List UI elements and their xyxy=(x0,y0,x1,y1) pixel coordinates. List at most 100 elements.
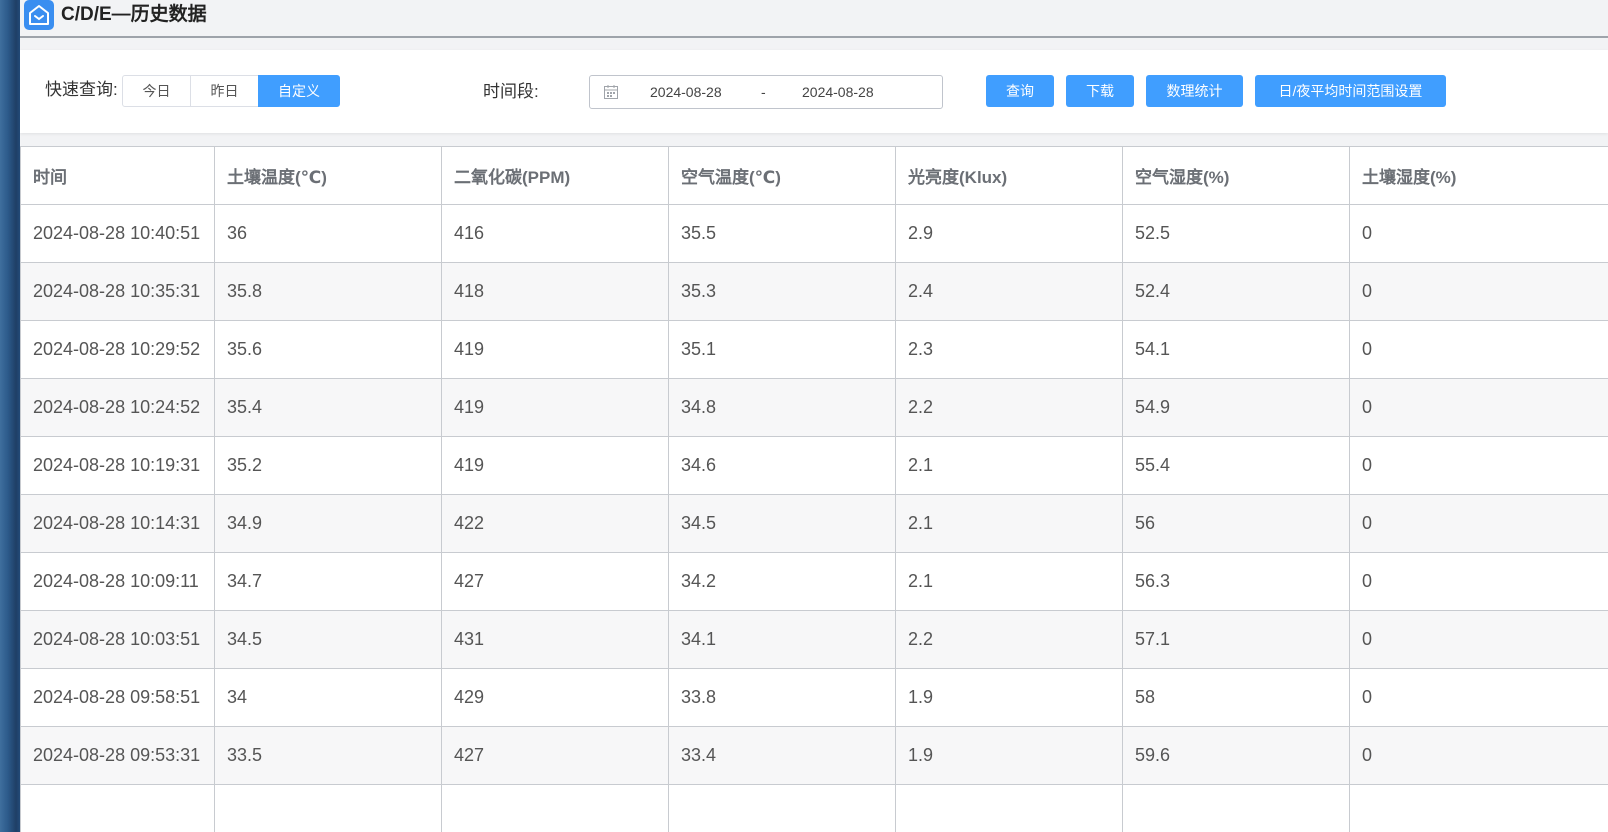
table-cell-soil-temp: 34.7 xyxy=(214,552,442,611)
table-cell-soil-temp: 36 xyxy=(214,204,442,263)
filter-panel: 快速查询: 今日 昨日 自定义 时间段: 2024-08-28 - 2024-0… xyxy=(20,50,1608,133)
column-header-light: 光亮度(Klux) xyxy=(895,146,1123,205)
table-cell-time: 2024-08-28 10:35:31 xyxy=(20,262,215,321)
table-cell-soil-humidity: 0 xyxy=(1349,726,1608,785)
table-cell-air-temp: 34.1 xyxy=(668,610,896,669)
table-row: 2024-08-28 10:29:52 35.6 419 35.1 2.3 54.1 0 xyxy=(20,320,1608,379)
table-row: 2024-08-28 10:19:31 35.2 419 34.6 2.1 55.4 0 xyxy=(20,436,1608,495)
table-cell-time: 2024-08-28 10:19:31 xyxy=(20,436,215,495)
home-icon[interactable] xyxy=(24,0,54,30)
table-cell-air-temp: 33.8 xyxy=(668,668,896,727)
table-cell-air-temp: 34.8 xyxy=(668,378,896,437)
download-button[interactable]: 下载 xyxy=(1066,75,1134,107)
table-cell-air-humidity xyxy=(1122,784,1350,832)
table-cell-air-humidity: 52.5 xyxy=(1122,204,1350,263)
table-cell-co2: 419 xyxy=(441,436,669,495)
table-cell-co2: 419 xyxy=(441,320,669,379)
table-cell-air-humidity: 56.3 xyxy=(1122,552,1350,611)
table-cell-co2: 429 xyxy=(441,668,669,727)
table-row: 2024-08-28 10:14:31 34.9 422 34.5 2.1 56 0 xyxy=(20,494,1608,553)
quick-custom-button[interactable]: 自定义 xyxy=(258,75,340,107)
table-cell-light: 2.1 xyxy=(895,494,1123,553)
column-header-air-humidity: 空气湿度(%) xyxy=(1122,146,1350,205)
table-cell-air-temp: 35.1 xyxy=(668,320,896,379)
table-cell-soil-humidity: 0 xyxy=(1349,610,1608,669)
table-cell-co2: 431 xyxy=(441,610,669,669)
table-row: 2024-08-28 09:53:31 33.5 427 33.4 1.9 59.6 0 xyxy=(20,726,1608,785)
table-cell-time: 2024-08-28 10:03:51 xyxy=(20,610,215,669)
column-header-soil-humidity: 土壤湿度(%) xyxy=(1349,146,1608,205)
table-cell-air-humidity: 56 xyxy=(1122,494,1350,553)
table-cell-air-humidity: 57.1 xyxy=(1122,610,1350,669)
column-header-air-temp: 空气温度(℃) xyxy=(668,146,896,205)
calendar-icon xyxy=(603,84,619,105)
table-cell-soil-temp: 34 xyxy=(214,668,442,727)
quick-today-button[interactable]: 今日 xyxy=(122,75,191,107)
table-cell-soil-humidity: 0 xyxy=(1349,204,1608,263)
table-cell-light: 2.9 xyxy=(895,204,1123,263)
table-cell-air-humidity: 54.9 xyxy=(1122,378,1350,437)
date-start-input[interactable]: 2024-08-28 xyxy=(650,84,722,100)
table-cell-soil-temp: 34.9 xyxy=(214,494,442,553)
date-range-picker[interactable]: 2024-08-28 - 2024-08-28 xyxy=(589,75,943,109)
page-title: C/D/E—历史数据 xyxy=(61,4,207,25)
table-cell-air-temp: 34.2 xyxy=(668,552,896,611)
table-cell-time: 2024-08-28 10:40:51 xyxy=(20,204,215,263)
table-cell-light: 2.2 xyxy=(895,378,1123,437)
table-cell-time: 2024-08-28 09:58:51 xyxy=(20,668,215,727)
table-cell-soil-humidity: 0 xyxy=(1349,378,1608,437)
table-cell-soil-humidity: 0 xyxy=(1349,262,1608,321)
table-header-row: 时间 土壤温度(℃) 二氧化碳(PPM) 空气温度(℃) 光亮度(Klux) 空气湿度(%… xyxy=(20,146,1608,205)
column-header-co2: 二氧化碳(PPM) xyxy=(441,146,669,205)
table-cell-light xyxy=(895,784,1123,832)
table-cell-soil-humidity: 0 xyxy=(1349,436,1608,495)
table-cell-light: 2.3 xyxy=(895,320,1123,379)
table-cell-soil-humidity: 0 xyxy=(1349,552,1608,611)
table-cell-light: 2.1 xyxy=(895,436,1123,495)
table-cell-light: 1.9 xyxy=(895,668,1123,727)
table-row: 2024-08-28 09:58:51 34 429 33.8 1.9 58 0 xyxy=(20,668,1608,727)
day-night-range-settings-button[interactable]: 日/夜平均时间范围设置 xyxy=(1255,75,1446,107)
table-row xyxy=(20,784,1608,832)
table-cell-air-temp: 35.3 xyxy=(668,262,896,321)
table-row: 2024-08-28 10:24:52 35.4 419 34.8 2.2 54.9 0 xyxy=(20,378,1608,437)
table-cell-light: 2.2 xyxy=(895,610,1123,669)
table-cell-co2: 419 xyxy=(441,378,669,437)
table-row: 2024-08-28 10:40:51 36 416 35.5 2.9 52.5 0 xyxy=(20,204,1608,263)
date-range-separator: - xyxy=(761,84,766,100)
quick-yesterday-button[interactable]: 昨日 xyxy=(190,75,259,107)
table-cell-time: 2024-08-28 09:53:31 xyxy=(20,726,215,785)
table-cell-time: 2024-08-28 10:24:52 xyxy=(20,378,215,437)
table-cell-time: 2024-08-28 10:09:11 xyxy=(20,552,215,611)
column-header-time: 时间 xyxy=(20,146,215,205)
history-table-container: 时间 土壤温度(℃) 二氧化碳(PPM) 空气温度(℃) 光亮度(Klux) 空气湿度(%… xyxy=(20,146,1608,832)
table-cell-air-temp: 35.5 xyxy=(668,204,896,263)
table-row: 2024-08-28 10:03:51 34.5 431 34.1 2.2 57.1 0 xyxy=(20,610,1608,669)
table-cell-co2: 418 xyxy=(441,262,669,321)
table-cell-air-humidity: 52.4 xyxy=(1122,262,1350,321)
table-cell-soil-temp: 35.4 xyxy=(214,378,442,437)
query-button[interactable]: 查询 xyxy=(986,75,1054,107)
table-cell-co2: 422 xyxy=(441,494,669,553)
history-table: 时间 土壤温度(℃) 二氧化碳(PPM) 空气温度(℃) 光亮度(Klux) 空气湿度(%… xyxy=(20,146,1608,832)
table-row: 2024-08-28 10:35:31 35.8 418 35.3 2.4 52.4 0 xyxy=(20,262,1608,321)
table-cell-soil-temp: 35.2 xyxy=(214,436,442,495)
statistics-button[interactable]: 数理统计 xyxy=(1146,75,1243,107)
table-cell-co2: 427 xyxy=(441,726,669,785)
quick-query-segment: 今日 昨日 自定义 xyxy=(122,75,340,107)
table-cell-soil-temp xyxy=(214,784,442,832)
table-cell-air-humidity: 55.4 xyxy=(1122,436,1350,495)
date-end-input[interactable]: 2024-08-28 xyxy=(802,84,874,100)
table-cell-air-temp xyxy=(668,784,896,832)
table-cell-soil-humidity xyxy=(1349,784,1608,832)
table-cell-air-humidity: 54.1 xyxy=(1122,320,1350,379)
table-cell-time xyxy=(20,784,215,832)
table-cell-soil-humidity: 0 xyxy=(1349,494,1608,553)
table-row: 2024-08-28 10:09:11 34.7 427 34.2 2.1 56.3 0 xyxy=(20,552,1608,611)
table-cell-air-temp: 34.6 xyxy=(668,436,896,495)
column-header-soil-temp: 土壤温度(℃) xyxy=(214,146,442,205)
table-cell-co2: 427 xyxy=(441,552,669,611)
table-cell-soil-temp: 34.5 xyxy=(214,610,442,669)
history-data-page: C/D/E—历史数据 快速查询: 今日 昨日 自定义 时间段: 2024-08-… xyxy=(20,0,1608,832)
table-cell-soil-humidity: 0 xyxy=(1349,320,1608,379)
